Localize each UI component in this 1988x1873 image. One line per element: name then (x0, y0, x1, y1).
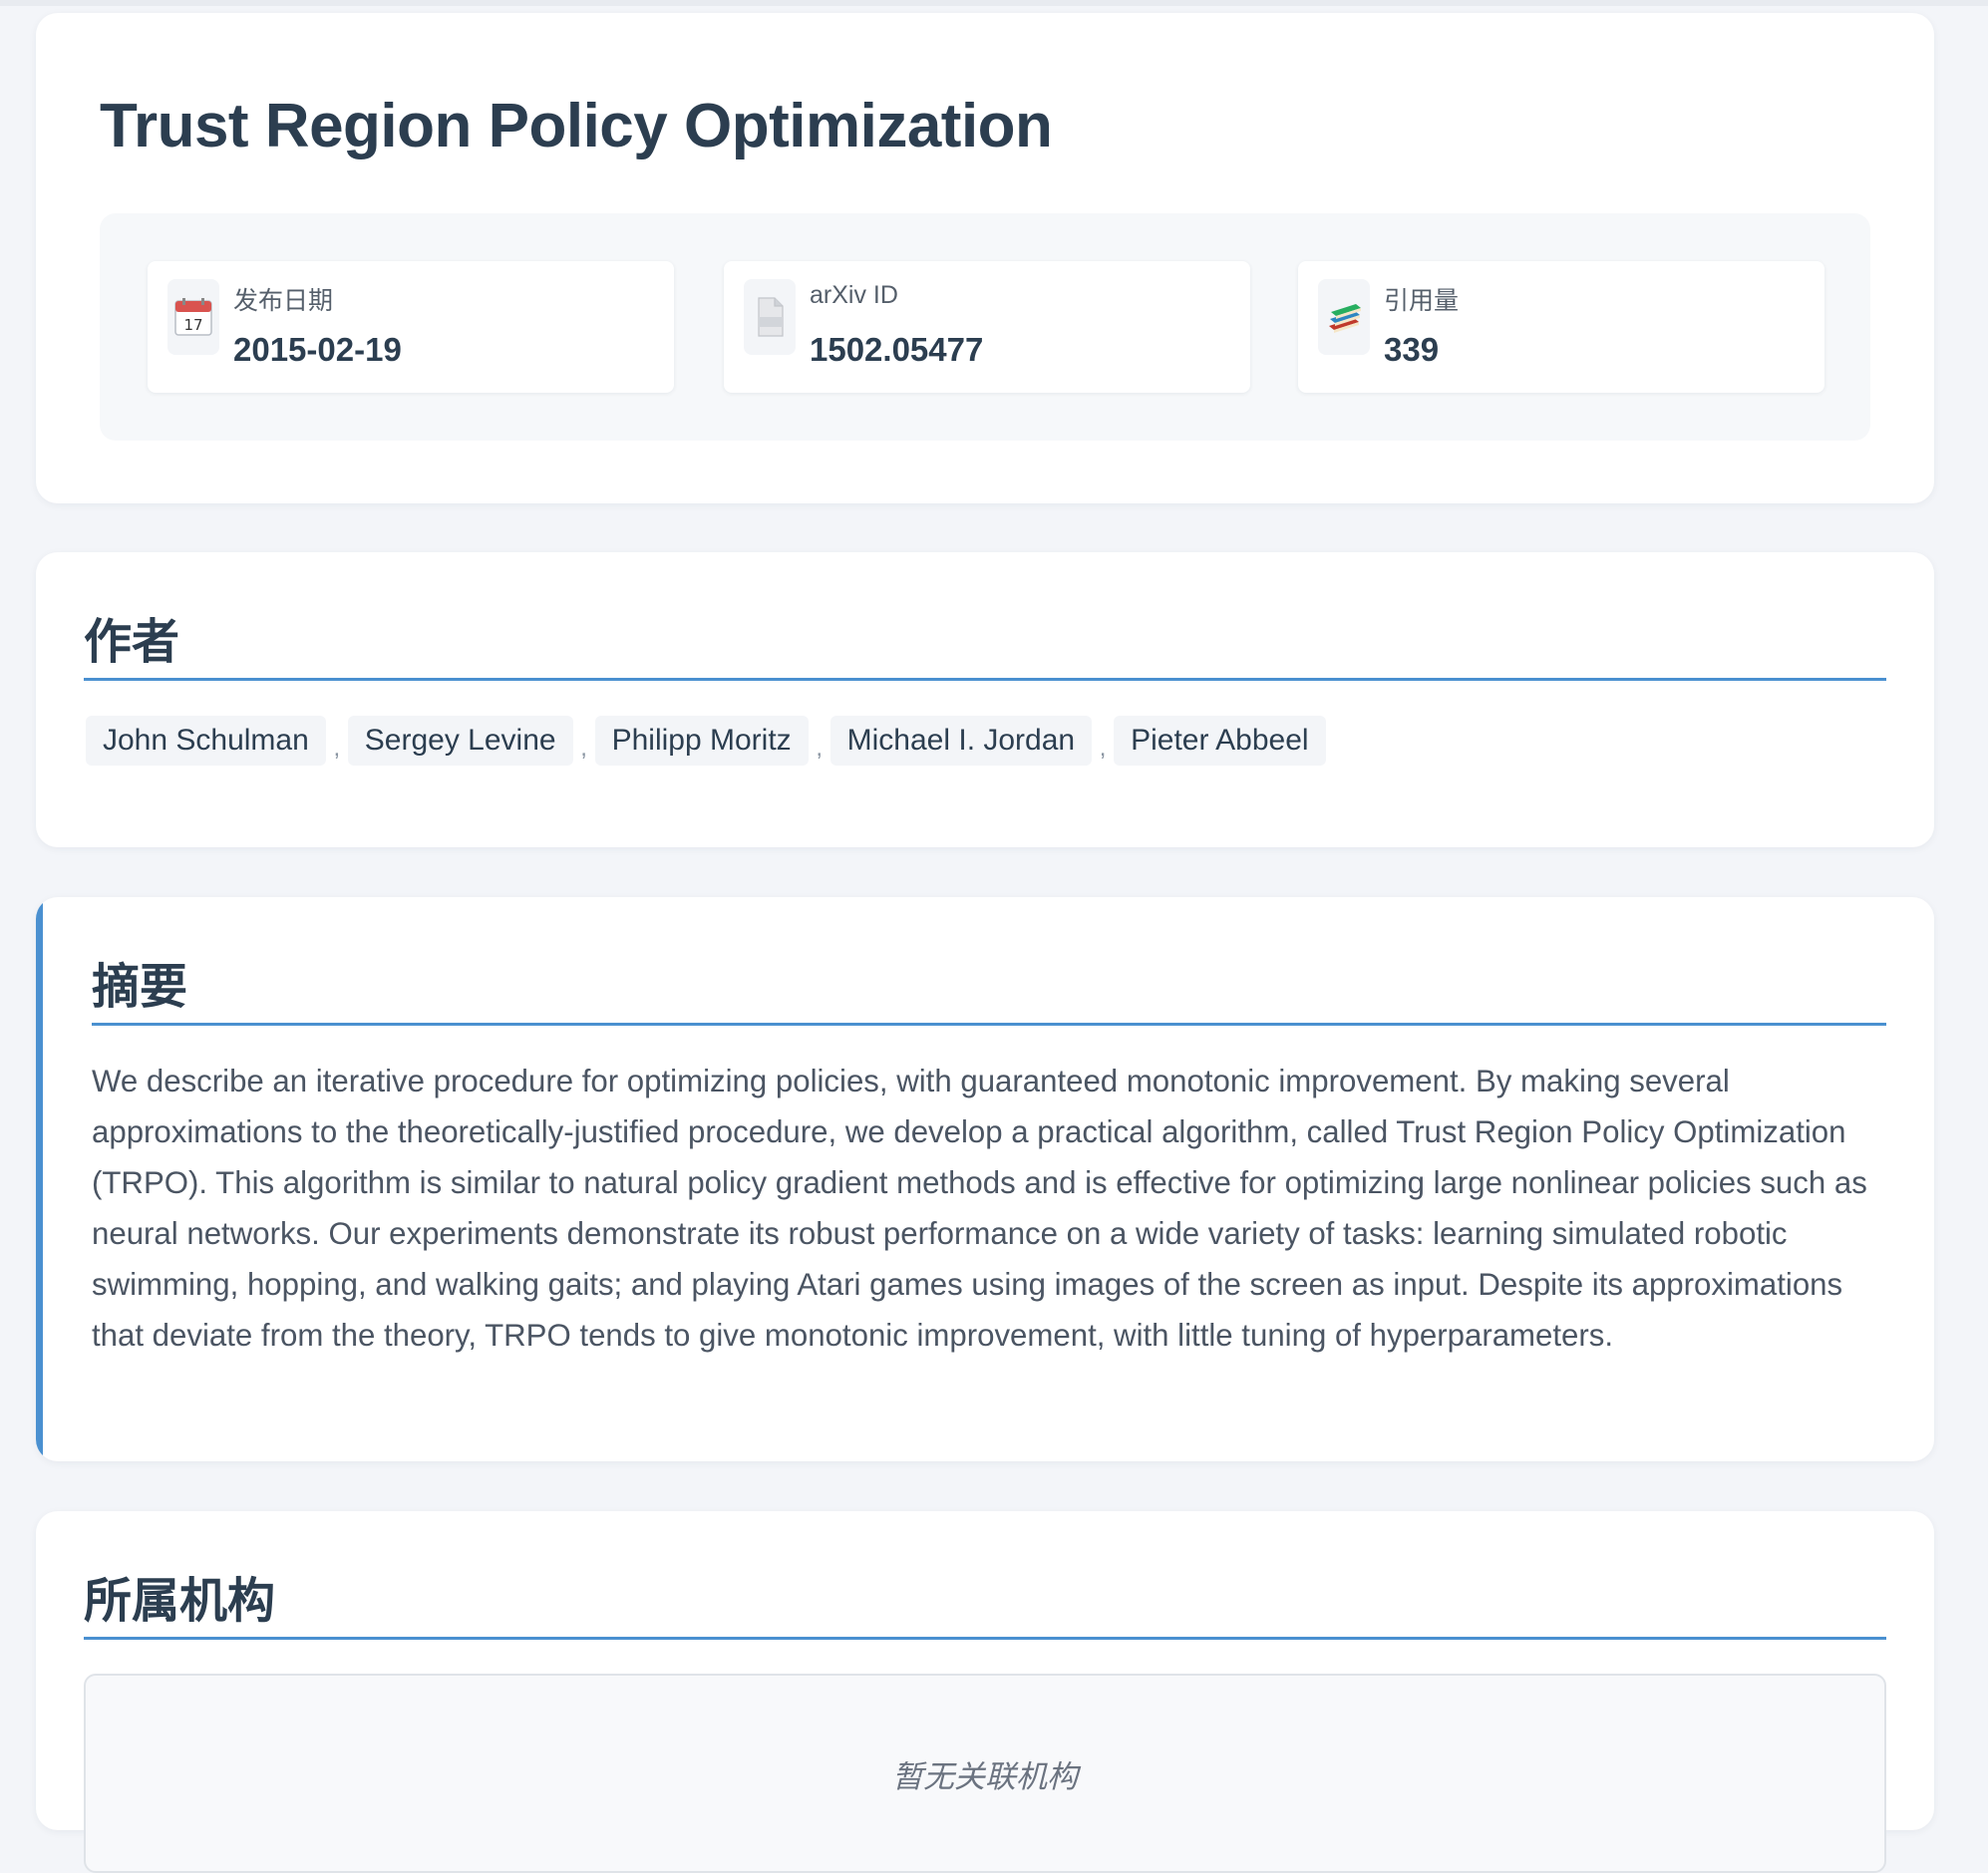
author-chip[interactable]: Michael I. Jordan (829, 716, 1093, 766)
abstract-heading: 摘要 (92, 961, 188, 1014)
author-chip[interactable]: Sergey Levine (347, 716, 573, 766)
document-icon (744, 279, 796, 355)
meta-label-citations: 引用量 (1384, 287, 1460, 315)
paper-header-card: Trust Region Policy Optimization 17 发布日期… (36, 13, 1934, 503)
affiliations-card: 所属机构 暂无关联机构 (36, 1511, 1934, 1873)
meta-value-citations: 339 (1384, 331, 1440, 368)
authors-card: 作者 John Schulman , Sergey Levine , Phili… (36, 552, 1934, 847)
meta-item-citations: 引用量 339 (1298, 261, 1824, 393)
author-separator: , (580, 735, 587, 762)
meta-label-date: 发布日期 (233, 287, 334, 315)
abstract-text: We describe an iterative procedure for o… (92, 1064, 1867, 1353)
affiliations-divider (84, 1637, 1886, 1640)
books-icon (1318, 279, 1370, 355)
top-scroll-strip (0, 0, 1988, 6)
author-chip[interactable]: Pieter Abbeel (1114, 716, 1326, 766)
svg-text:17: 17 (183, 316, 202, 334)
meta-value-arxiv: 1502.05477 (810, 331, 984, 368)
meta-label-arxiv: arXiv ID (810, 281, 898, 309)
authors-divider (84, 678, 1886, 681)
affiliations-empty-state: 暂无关联机构 (84, 1674, 1886, 1873)
abstract-divider (92, 1023, 1886, 1026)
author-separator: , (1099, 735, 1107, 762)
author-list: John Schulman , Sergey Levine , Philipp … (86, 716, 1326, 766)
empty-state-text: 暂无关联机构 (892, 1759, 1078, 1794)
paper-meta-panel: 17 发布日期 2015-02-19 arXiv ID 1502.05477 引… (100, 213, 1870, 441)
author-chip[interactable]: Philipp Moritz (594, 716, 809, 766)
meta-value-date: 2015-02-19 (233, 331, 402, 368)
author-separator: , (333, 735, 341, 762)
author-chip[interactable]: John Schulman (86, 716, 326, 766)
abstract-card: 摘要 We describe an iterative procedure fo… (36, 897, 1934, 1461)
paper-title: Trust Region Policy Optimization (100, 92, 1053, 160)
meta-item-date: 17 发布日期 2015-02-19 (148, 261, 674, 393)
meta-item-arxiv: arXiv ID 1502.05477 (724, 261, 1250, 393)
authors-heading: 作者 (84, 616, 180, 669)
abstract-accent-bar (36, 897, 43, 1461)
author-separator: , (816, 735, 823, 762)
calendar-icon: 17 (167, 279, 219, 355)
affiliations-heading: 所属机构 (84, 1575, 276, 1628)
